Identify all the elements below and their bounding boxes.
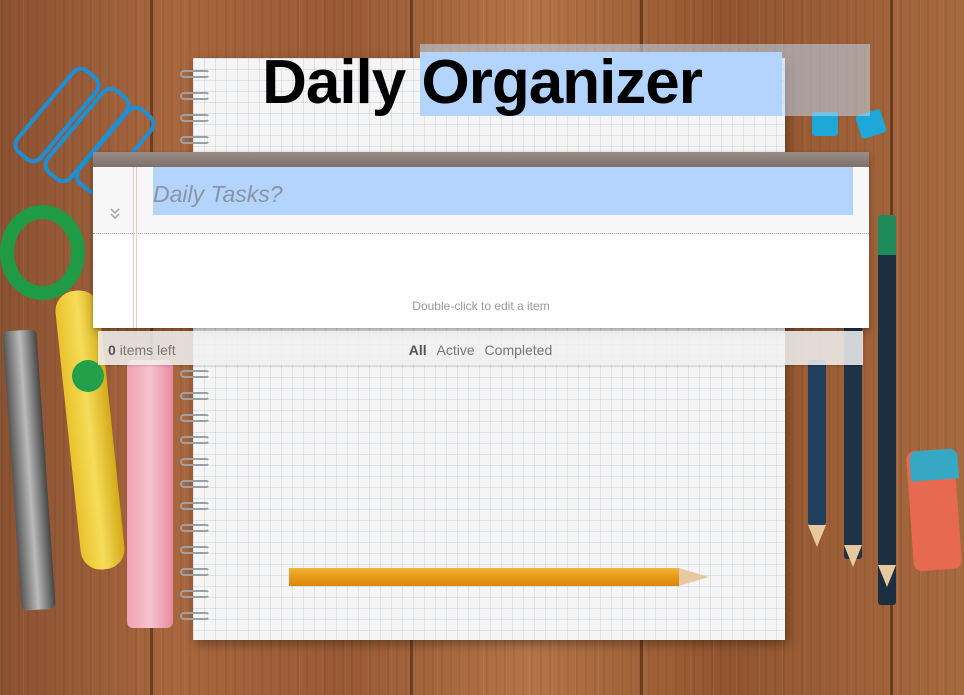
title-word-organizer: Organizer bbox=[421, 48, 703, 117]
todo-app: Double-click to edit a item bbox=[93, 152, 869, 328]
wooden-pencil bbox=[289, 568, 679, 586]
pencil-tip bbox=[808, 525, 826, 547]
filter-active[interactable]: Active bbox=[437, 342, 475, 358]
scissors-icon bbox=[0, 205, 85, 300]
toggle-all-icon[interactable] bbox=[103, 205, 127, 229]
colored-pencil-blue bbox=[808, 360, 826, 525]
colored-pencil-green bbox=[878, 215, 896, 605]
new-todo-header bbox=[93, 167, 869, 234]
filters: All Active Completed bbox=[98, 342, 863, 358]
pencil-tip bbox=[878, 565, 896, 587]
new-todo-input[interactable] bbox=[153, 167, 853, 215]
filter-all[interactable]: All bbox=[409, 342, 427, 358]
filter-completed[interactable]: Completed bbox=[485, 342, 553, 358]
edit-hint: Double-click to edit a item bbox=[412, 299, 550, 313]
pencil-tip bbox=[679, 568, 709, 586]
title-word-daily: Daily bbox=[262, 48, 406, 117]
page-title: Daily Organizer bbox=[0, 48, 964, 118]
compass-tool bbox=[2, 329, 56, 611]
todo-footer: 0 items left All Active Completed bbox=[98, 331, 863, 365]
pink-highlighter bbox=[127, 360, 173, 628]
eraser-sleeve bbox=[909, 448, 959, 482]
card-top-bar bbox=[93, 152, 869, 167]
pencil-tip bbox=[844, 545, 862, 567]
